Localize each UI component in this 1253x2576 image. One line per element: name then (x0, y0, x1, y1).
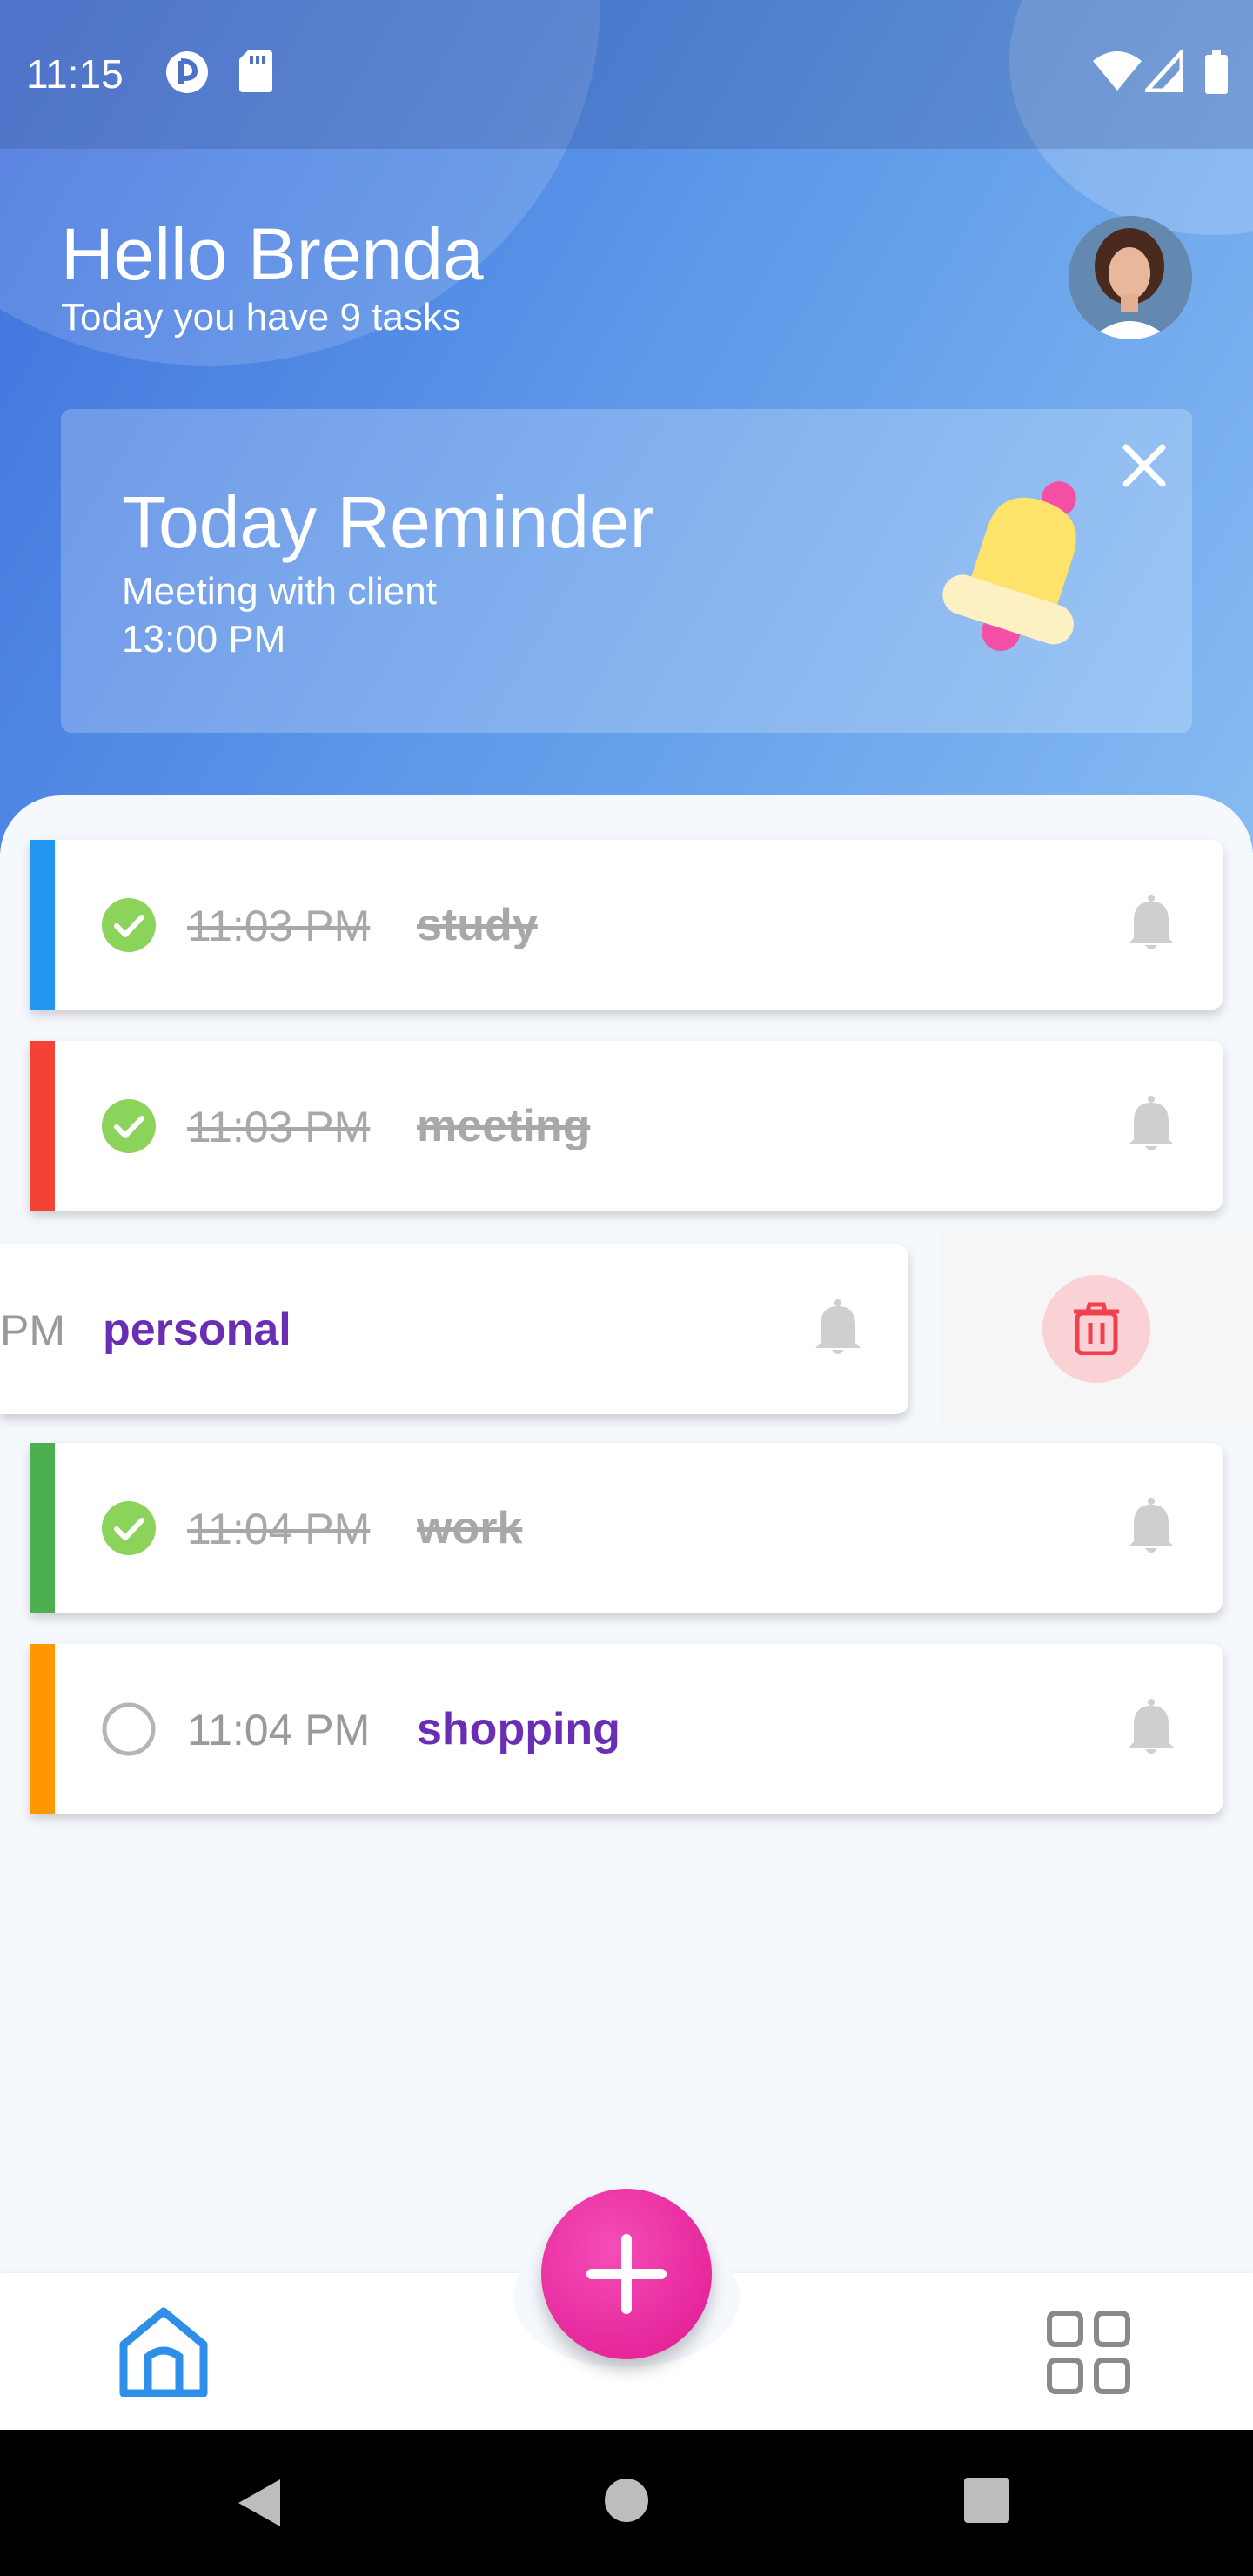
avatar[interactable] (1069, 216, 1192, 339)
battery-icon (1205, 50, 1228, 94)
task-title: personal (103, 1305, 291, 1355)
task-time: 11:04 PM (187, 1706, 371, 1754)
task-item-study[interactable]: 11:03 PM study (30, 840, 1223, 1010)
grid-icon[interactable] (1046, 2310, 1131, 2395)
add-task-button[interactable] (541, 2189, 712, 2359)
recents-icon[interactable] (964, 2478, 1009, 2523)
alarm-bell-icon[interactable] (1127, 1699, 1176, 1756)
cellular-signal-icon (1145, 50, 1183, 92)
task-color-bar (30, 1443, 55, 1613)
app-notification-icon (166, 51, 208, 93)
task-color-bar (30, 840, 55, 1010)
task-item-shopping[interactable]: 11:04 PM shopping (30, 1644, 1223, 1814)
task-item-personal[interactable]: PM personal (0, 1244, 908, 1414)
task-item-meeting[interactable]: 11:03 PM meeting (30, 1041, 1223, 1211)
sd-card-icon (239, 50, 272, 92)
alarm-bell-icon[interactable] (1127, 1498, 1176, 1555)
task-item-work[interactable]: 11:04 PM work (30, 1443, 1223, 1613)
task-title: shopping (417, 1704, 620, 1754)
checked-circle-icon[interactable] (102, 1099, 156, 1153)
task-color-bar (30, 1041, 55, 1211)
task-time: 11:03 PM (187, 902, 371, 950)
checked-circle-icon[interactable] (102, 1501, 156, 1555)
home-icon[interactable] (118, 2306, 209, 2397)
greeting-block: Hello Brenda Today you have 9 tasks (61, 213, 484, 339)
trash-icon (1074, 1302, 1119, 1355)
task-title: meeting (417, 1101, 591, 1151)
back-icon[interactable] (237, 2478, 282, 2528)
bell-icon (942, 481, 1076, 652)
reminder-time: 13:00 PM (122, 618, 286, 661)
wifi-icon (1093, 51, 1142, 91)
task-color-bar (30, 1644, 55, 1814)
checked-circle-icon[interactable] (102, 898, 156, 952)
task-time: 11:04 PM (187, 1505, 371, 1553)
greeting-title: Hello Brenda (61, 213, 484, 295)
task-title: work (417, 1503, 523, 1553)
reminder-text: Meeting with client (122, 570, 437, 613)
greeting-subtitle: Today you have 9 tasks (61, 296, 461, 339)
system-navigation-bar (0, 2430, 1253, 2576)
task-time: 11:03 PM (187, 1103, 371, 1151)
today-reminder-card[interactable]: Today Reminder Meeting with client 13:00… (61, 409, 1192, 733)
add-icon (586, 2234, 667, 2314)
alarm-bell-icon[interactable] (814, 1299, 862, 1357)
reminder-title: Today Reminder (122, 481, 654, 563)
status-bar: 11:15 (0, 0, 1253, 149)
alarm-bell-icon[interactable] (1127, 895, 1176, 952)
delete-button[interactable] (1042, 1275, 1150, 1383)
unchecked-circle-icon[interactable] (102, 1702, 156, 1756)
alarm-bell-icon[interactable] (1127, 1096, 1176, 1153)
task-title: study (417, 900, 538, 950)
task-time: PM (0, 1306, 65, 1355)
home-circle-icon[interactable] (604, 2478, 649, 2523)
status-time: 11:15 (26, 51, 124, 97)
